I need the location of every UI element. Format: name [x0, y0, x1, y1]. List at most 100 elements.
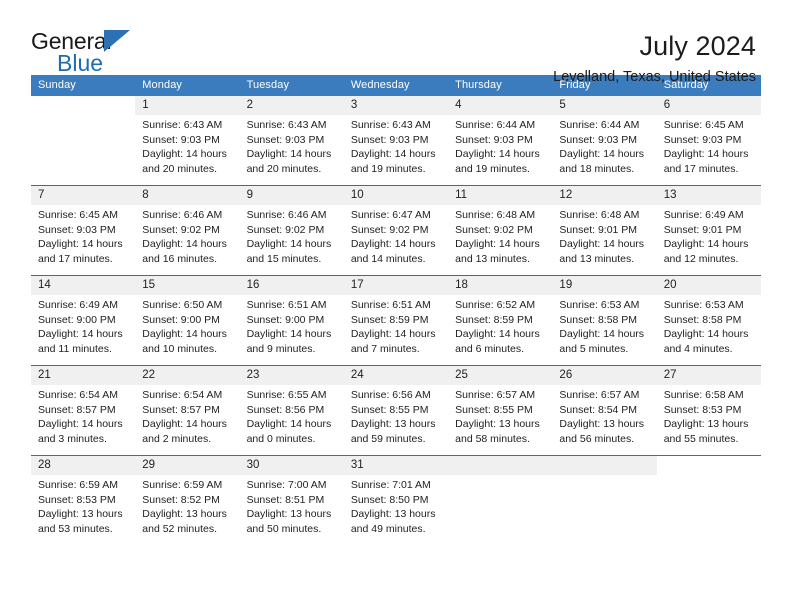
- day-details: Sunrise: 6:54 AM Sunset: 8:57 PM Daylight:…: [135, 385, 239, 446]
- daylight-text: Daylight: 13 hours: [142, 508, 227, 521]
- day-cell[interactable]: 31 Sunrise: 7:01 AM Sunset: 8:50 PM Dayligh…: [343, 456, 449, 545]
- weekday-friday: Friday: [559, 79, 591, 91]
- daylight-text: Daylight: 14 hours: [455, 238, 540, 251]
- daylight-text: Daylight: 14 hours: [246, 418, 332, 431]
- day-cell[interactable]: 21 Sunrise: 6:54 AM Sunset: 8:57 PM Dayligh…: [31, 366, 136, 455]
- daylight-text: Daylight: 14 hours: [559, 148, 645, 161]
- day-number: 3: [350, 99, 358, 111]
- daylight-text: Daylight: 14 hours: [246, 148, 332, 161]
- day-cell[interactable]: 10 Sunrise: 6:47 AM Sunset: 9:02 PM Dayligh…: [343, 186, 449, 275]
- day-cell[interactable]: 26 Sunrise: 6:57 AM Sunset: 8:54 PM Dayligh…: [552, 366, 657, 455]
- daylight-text: Daylight: 14 hours: [663, 328, 749, 341]
- daylight-text-cont: and 52 minutes.: [142, 522, 217, 535]
- sunrise-text: Sunrise: 6:46 AM: [142, 209, 223, 221]
- sunrise-text: Sunrise: 6:44 AM: [559, 119, 640, 131]
- day-cell[interactable]: 19 Sunrise: 6:53 AM Sunset: 8:58 PM Dayligh…: [552, 276, 657, 365]
- sunset-text: Sunset: 9:03 PM: [350, 133, 429, 146]
- sunrise-text: Sunrise: 6:49 AM: [38, 299, 118, 311]
- day-cell[interactable]: 8 Sunrise: 6:46 AM Sunset: 9:02 PM Daylight…: [135, 186, 240, 275]
- sunset-text: Sunset: 8:58 PM: [663, 313, 742, 326]
- day-cell[interactable]: 25 Sunrise: 6:57 AM Sunset: 8:55 PM Dayligh…: [448, 366, 553, 455]
- daylight-text-cont: and 13 minutes.: [559, 252, 635, 265]
- sunset-text: Sunset: 8:51 PM: [246, 493, 325, 506]
- day-cell[interactable]: 9 Sunrise: 6:46 AM Sunset: 9:02 PM Daylight…: [239, 186, 344, 275]
- day-cell: [448, 456, 553, 545]
- day-cell[interactable]: 6 Sunrise: 6:45 AM Sunset: 9:03 PM Daylight…: [656, 96, 761, 185]
- sunset-text: Sunset: 8:53 PM: [663, 403, 742, 416]
- daylight-text: Daylight: 14 hours: [38, 328, 123, 341]
- sunset-text: Sunset: 8:52 PM: [142, 493, 220, 506]
- sunrise-text: Sunrise: 6:43 AM: [142, 119, 223, 131]
- day-number: 9: [246, 189, 253, 201]
- day-details: Sunrise: 6:56 AM Sunset: 8:55 PM Daylight:…: [344, 385, 448, 446]
- daylight-text-cont: and 0 minutes.: [246, 432, 316, 445]
- day-details: Sunrise: 6:57 AM Sunset: 8:55 PM Daylight:…: [448, 385, 552, 446]
- day-number: 24: [350, 369, 364, 381]
- day-cell[interactable]: 20 Sunrise: 6:53 AM Sunset: 8:58 PM Dayligh…: [656, 276, 761, 365]
- weekday-wednesday: Wednesday: [350, 79, 410, 91]
- day-cell[interactable]: 27 Sunrise: 6:58 AM Sunset: 8:53 PM Dayligh…: [656, 366, 761, 455]
- day-cell[interactable]: 11 Sunrise: 6:48 AM Sunset: 9:02 PM Dayligh…: [448, 186, 553, 275]
- day-details: Sunrise: 6:53 AM Sunset: 8:58 PM Daylight:…: [552, 295, 656, 356]
- calendar-grid: Sunday Monday Tuesday Wednesday Thursday…: [31, 75, 761, 545]
- daylight-text: Daylight: 13 hours: [455, 418, 540, 431]
- day-number: 15: [142, 279, 156, 291]
- day-number: 10: [350, 189, 364, 201]
- daylight-text-cont: and 55 minutes.: [663, 432, 739, 445]
- day-cell[interactable]: 14 Sunrise: 6:49 AM Sunset: 9:00 PM Dayligh…: [31, 276, 136, 365]
- day-details: Sunrise: 6:45 AM Sunset: 9:03 PM Daylight:…: [657, 115, 761, 176]
- daylight-text-cont: and 3 minutes.: [38, 432, 107, 445]
- sunset-text: Sunset: 8:55 PM: [350, 403, 429, 416]
- daylight-text: Daylight: 13 hours: [663, 418, 749, 431]
- day-cell[interactable]: 4 Sunrise: 6:44 AM Sunset: 9:03 PM Daylight…: [448, 96, 553, 185]
- triangle-icon: [104, 30, 130, 52]
- day-cell: [31, 96, 135, 185]
- day-cell[interactable]: 3 Sunrise: 6:43 AM Sunset: 9:03 PM Daylight…: [343, 96, 449, 185]
- day-number: 1: [142, 99, 149, 111]
- daylight-text: Daylight: 13 hours: [38, 508, 123, 521]
- day-details: Sunrise: 6:57 AM Sunset: 8:54 PM Daylight:…: [552, 385, 656, 446]
- day-cell: [552, 456, 657, 545]
- daylight-text: Daylight: 13 hours: [246, 508, 332, 521]
- sunrise-text: Sunrise: 6:50 AM: [142, 299, 223, 311]
- day-cell[interactable]: 12 Sunrise: 6:48 AM Sunset: 9:01 PM Dayligh…: [552, 186, 657, 275]
- day-details: Sunrise: 6:45 AM Sunset: 9:03 PM Daylight:…: [31, 205, 135, 266]
- day-cell[interactable]: 5 Sunrise: 6:44 AM Sunset: 9:03 PM Daylight…: [552, 96, 657, 185]
- daylight-text: Daylight: 14 hours: [38, 418, 123, 431]
- daylight-text-cont: and 19 minutes.: [350, 162, 426, 175]
- sunrise-text: Sunrise: 6:57 AM: [455, 389, 536, 401]
- day-details: Sunrise: 6:59 AM Sunset: 8:52 PM Daylight:…: [135, 475, 239, 536]
- daylight-text-cont: and 14 minutes.: [350, 252, 426, 265]
- day-details: Sunrise: 6:54 AM Sunset: 8:57 PM Daylight:…: [31, 385, 135, 446]
- day-cell[interactable]: 1 Sunrise: 6:43 AM Sunset: 9:03 PM Daylight…: [135, 96, 240, 185]
- day-details: Sunrise: 6:53 AM Sunset: 8:58 PM Daylight:…: [657, 295, 761, 356]
- sunset-text: Sunset: 9:01 PM: [559, 223, 638, 236]
- day-cell[interactable]: 18 Sunrise: 6:52 AM Sunset: 8:59 PM Dayligh…: [448, 276, 553, 365]
- sunset-text: Sunset: 9:02 PM: [246, 223, 325, 236]
- page-title: July 2024: [639, 31, 756, 61]
- day-cell[interactable]: 23 Sunrise: 6:55 AM Sunset: 8:56 PM Dayligh…: [239, 366, 344, 455]
- day-number: 27: [663, 369, 677, 381]
- day-cell[interactable]: 15 Sunrise: 6:50 AM Sunset: 9:00 PM Dayligh…: [135, 276, 240, 365]
- calendar-page: General Blue July 2024 Levelland, Texas,…: [0, 0, 792, 612]
- sunrise-text: Sunrise: 6:52 AM: [455, 299, 536, 311]
- week-row: 7 Sunrise: 6:45 AM Sunset: 9:03 PM Daylight…: [31, 185, 761, 275]
- sunset-text: Sunset: 8:57 PM: [38, 403, 116, 416]
- day-number: 6: [663, 99, 671, 111]
- day-cell[interactable]: 29 Sunrise: 6:59 AM Sunset: 8:52 PM Dayligh…: [135, 456, 240, 545]
- day-cell[interactable]: 7 Sunrise: 6:45 AM Sunset: 9:03 PM Daylight…: [31, 186, 136, 275]
- day-cell[interactable]: 13 Sunrise: 6:49 AM Sunset: 9:01 PM Dayligh…: [656, 186, 761, 275]
- day-number: 20: [663, 279, 677, 291]
- daylight-text-cont: and 10 minutes.: [142, 342, 217, 355]
- sunset-text: Sunset: 9:00 PM: [142, 313, 220, 326]
- day-cell[interactable]: 16 Sunrise: 6:51 AM Sunset: 9:00 PM Dayligh…: [239, 276, 344, 365]
- daylight-text-cont: and 56 minutes.: [559, 432, 635, 445]
- day-details: Sunrise: 6:49 AM Sunset: 9:01 PM Daylight:…: [657, 205, 761, 266]
- day-cell[interactable]: 2 Sunrise: 6:43 AM Sunset: 9:03 PM Daylight…: [239, 96, 344, 185]
- day-cell[interactable]: 17 Sunrise: 6:51 AM Sunset: 8:59 PM Dayligh…: [343, 276, 449, 365]
- day-cell[interactable]: 24 Sunrise: 6:56 AM Sunset: 8:55 PM Dayligh…: [343, 366, 449, 455]
- day-cell[interactable]: 28 Sunrise: 6:59 AM Sunset: 8:53 PM Dayligh…: [31, 456, 136, 545]
- daylight-text: Daylight: 13 hours: [350, 508, 436, 521]
- day-cell[interactable]: 30 Sunrise: 7:00 AM Sunset: 8:51 PM Dayligh…: [239, 456, 344, 545]
- day-cell[interactable]: 22 Sunrise: 6:54 AM Sunset: 8:57 PM Dayligh…: [135, 366, 240, 455]
